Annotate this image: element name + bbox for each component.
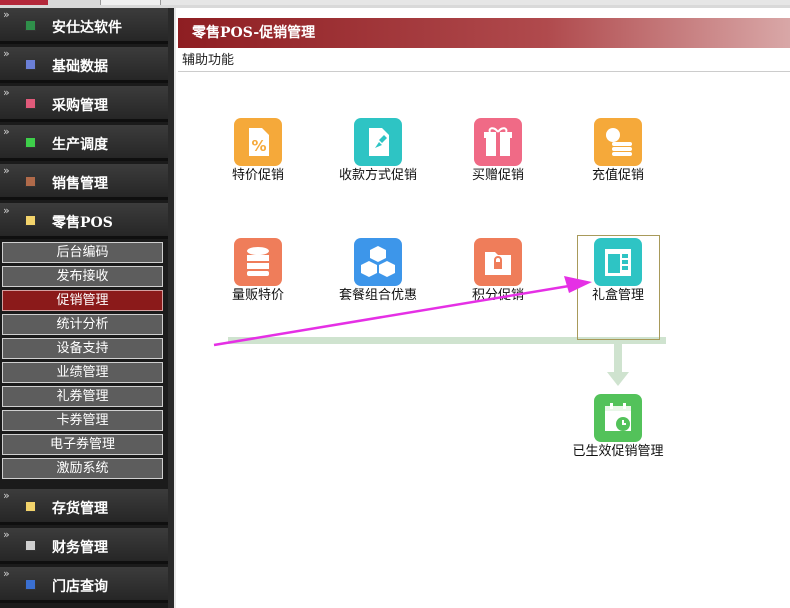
top-strip-fill bbox=[160, 0, 790, 5]
category-icon bbox=[25, 501, 36, 512]
tile-combo-discount[interactable]: 套餐组合优惠 bbox=[328, 238, 428, 302]
category-icon bbox=[25, 59, 36, 70]
folder-lock-icon bbox=[474, 238, 522, 286]
sidebar-subitem[interactable]: 设备支持 bbox=[2, 338, 163, 359]
sidebar-subitem[interactable]: 发布接收 bbox=[2, 266, 163, 287]
tile-special-price[interactable]: % 特价促销 bbox=[208, 118, 308, 182]
category-icon bbox=[25, 579, 36, 590]
category-label: 基础数据 bbox=[52, 59, 108, 75]
coins-icon bbox=[594, 118, 642, 166]
chevron-double-down-icon: » bbox=[3, 204, 10, 217]
sidebar-category-inventory[interactable]: » 存货管理 bbox=[0, 489, 168, 525]
gift-icon bbox=[474, 118, 522, 166]
category-label: 零售POS bbox=[52, 215, 113, 231]
sidebar-subitem[interactable]: 卡券管理 bbox=[2, 410, 163, 431]
svg-text:%: % bbox=[251, 137, 266, 155]
sidebar-subitem-active[interactable]: 促销管理 bbox=[2, 290, 163, 311]
tile-label: 已生效促销管理 bbox=[572, 444, 664, 459]
sidebar-category-production[interactable]: » 生产调度 bbox=[0, 125, 168, 161]
category-label: 采购管理 bbox=[52, 98, 108, 114]
category-label: 安仕达软件 bbox=[52, 20, 122, 36]
sidebar-subitem[interactable]: 后台编码 bbox=[2, 242, 163, 263]
category-icon bbox=[25, 215, 36, 226]
tile-gift-box[interactable]: 礼盒管理 bbox=[568, 238, 668, 302]
flow-connector bbox=[614, 344, 622, 372]
main-content: 零售POS-促销管理 辅助功能 bbox=[174, 8, 790, 608]
tile-label: 收款方式促销 bbox=[338, 168, 417, 183]
chevron-double-right-icon: » bbox=[3, 489, 10, 502]
calendar-clock-icon bbox=[594, 394, 642, 442]
sidebar-subitem[interactable]: 激励系统 bbox=[2, 458, 163, 479]
page-title: 零售POS-促销管理 bbox=[178, 18, 790, 48]
tile-bulk-special[interactable]: 量贩特价 bbox=[208, 238, 308, 302]
top-strip bbox=[0, 0, 790, 8]
chevron-double-right-icon: » bbox=[3, 8, 10, 21]
chevron-double-right-icon: » bbox=[3, 528, 10, 541]
top-strip-tab[interactable] bbox=[0, 0, 48, 5]
chevron-double-right-icon: » bbox=[3, 86, 10, 99]
sidebar-subitem[interactable]: 礼券管理 bbox=[2, 386, 163, 407]
category-icon bbox=[25, 20, 36, 31]
tile-label: 充值促销 bbox=[591, 168, 644, 183]
category-icon bbox=[25, 540, 36, 551]
toolbar-label[interactable]: 辅助功能 bbox=[182, 53, 234, 68]
top-strip-tab[interactable] bbox=[100, 0, 161, 5]
tile-label: 积分促销 bbox=[471, 288, 524, 303]
cubes-icon bbox=[354, 238, 402, 286]
percent-tag-icon: % bbox=[234, 118, 282, 166]
tile-recharge[interactable]: 充值促销 bbox=[568, 118, 668, 182]
sidebar-category-basic-data[interactable]: » 基础数据 bbox=[0, 47, 168, 83]
chevron-double-right-icon: » bbox=[3, 567, 10, 580]
pin-icon bbox=[354, 118, 402, 166]
chevron-double-right-icon: » bbox=[3, 47, 10, 60]
category-label: 门店查询 bbox=[52, 579, 108, 595]
sidebar-category-anshida[interactable]: » 安仕达软件 bbox=[0, 8, 168, 44]
sidebar-category-finance[interactable]: » 财务管理 bbox=[0, 528, 168, 564]
sidebar-subitem[interactable]: 业绩管理 bbox=[2, 362, 163, 383]
chevron-double-right-icon: » bbox=[3, 164, 10, 177]
flow-arrow-down-icon bbox=[607, 372, 629, 386]
sidebar-category-retail-pos[interactable]: » 零售POS bbox=[0, 203, 168, 239]
category-icon bbox=[25, 98, 36, 109]
category-label: 销售管理 bbox=[52, 176, 108, 192]
sidebar-category-store-query[interactable]: » 门店查询 bbox=[0, 567, 168, 603]
tile-points-promo[interactable]: 积分促销 bbox=[448, 238, 548, 302]
sidebar-category-sales[interactable]: » 销售管理 bbox=[0, 164, 168, 200]
chevron-double-right-icon: » bbox=[3, 125, 10, 138]
sidebar-subitem[interactable]: 统计分析 bbox=[2, 314, 163, 335]
tile-label: 套餐组合优惠 bbox=[338, 288, 417, 303]
tile-label: 礼盒管理 bbox=[591, 288, 644, 303]
window-icon bbox=[594, 238, 642, 286]
category-icon bbox=[25, 137, 36, 148]
tile-active-promotions[interactable]: 已生效促销管理 bbox=[568, 394, 668, 458]
sidebar-category-purchase[interactable]: » 采购管理 bbox=[0, 86, 168, 122]
tile-label: 特价促销 bbox=[231, 168, 284, 183]
category-label: 生产调度 bbox=[52, 137, 108, 153]
sidebar: » 安仕达软件 » 基础数据 » 采购管理 » 生产调度 » 销售管理 » 零售… bbox=[0, 8, 168, 608]
category-label: 存货管理 bbox=[52, 501, 108, 517]
category-icon bbox=[25, 176, 36, 187]
category-label: 财务管理 bbox=[52, 540, 108, 556]
tile-buy-gift[interactable]: 买赠促销 bbox=[448, 118, 548, 182]
database-icon bbox=[234, 238, 282, 286]
tile-label: 买赠促销 bbox=[471, 168, 524, 183]
tile-payment-method[interactable]: 收款方式促销 bbox=[328, 118, 428, 182]
toolbar-auxiliary-functions: 辅助功能 bbox=[178, 50, 790, 72]
sidebar-subitem[interactable]: 电子券管理 bbox=[2, 434, 163, 455]
tile-label: 量贩特价 bbox=[231, 288, 284, 303]
